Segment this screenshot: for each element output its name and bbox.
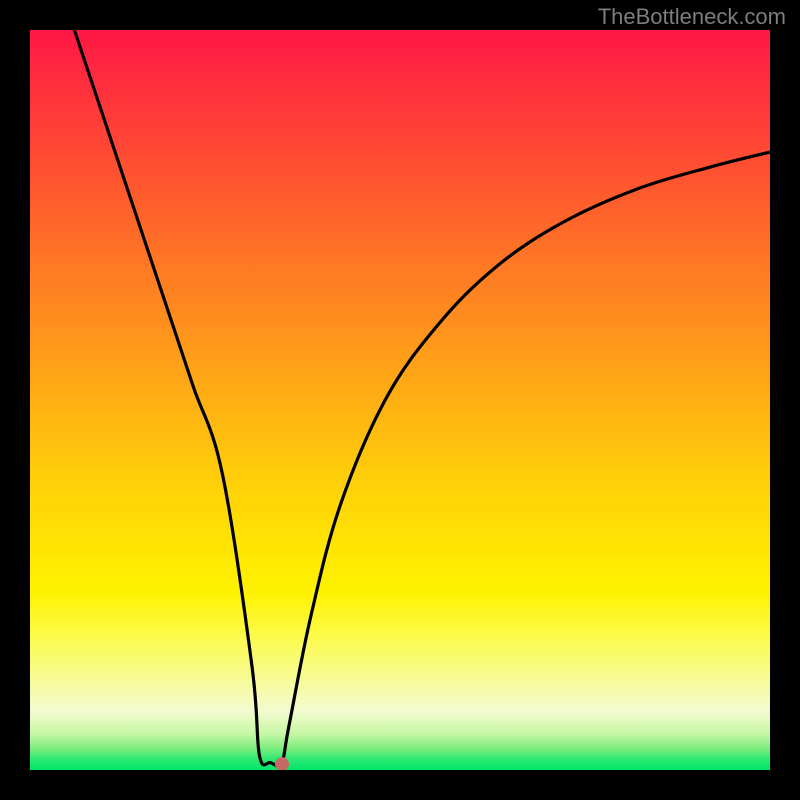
marker-dot (275, 757, 289, 770)
chart-container: TheBottleneck.com (0, 0, 800, 800)
watermark-text: TheBottleneck.com (598, 4, 786, 30)
plot-area (30, 30, 770, 770)
curve-svg (30, 30, 770, 770)
curve-path (74, 30, 770, 766)
